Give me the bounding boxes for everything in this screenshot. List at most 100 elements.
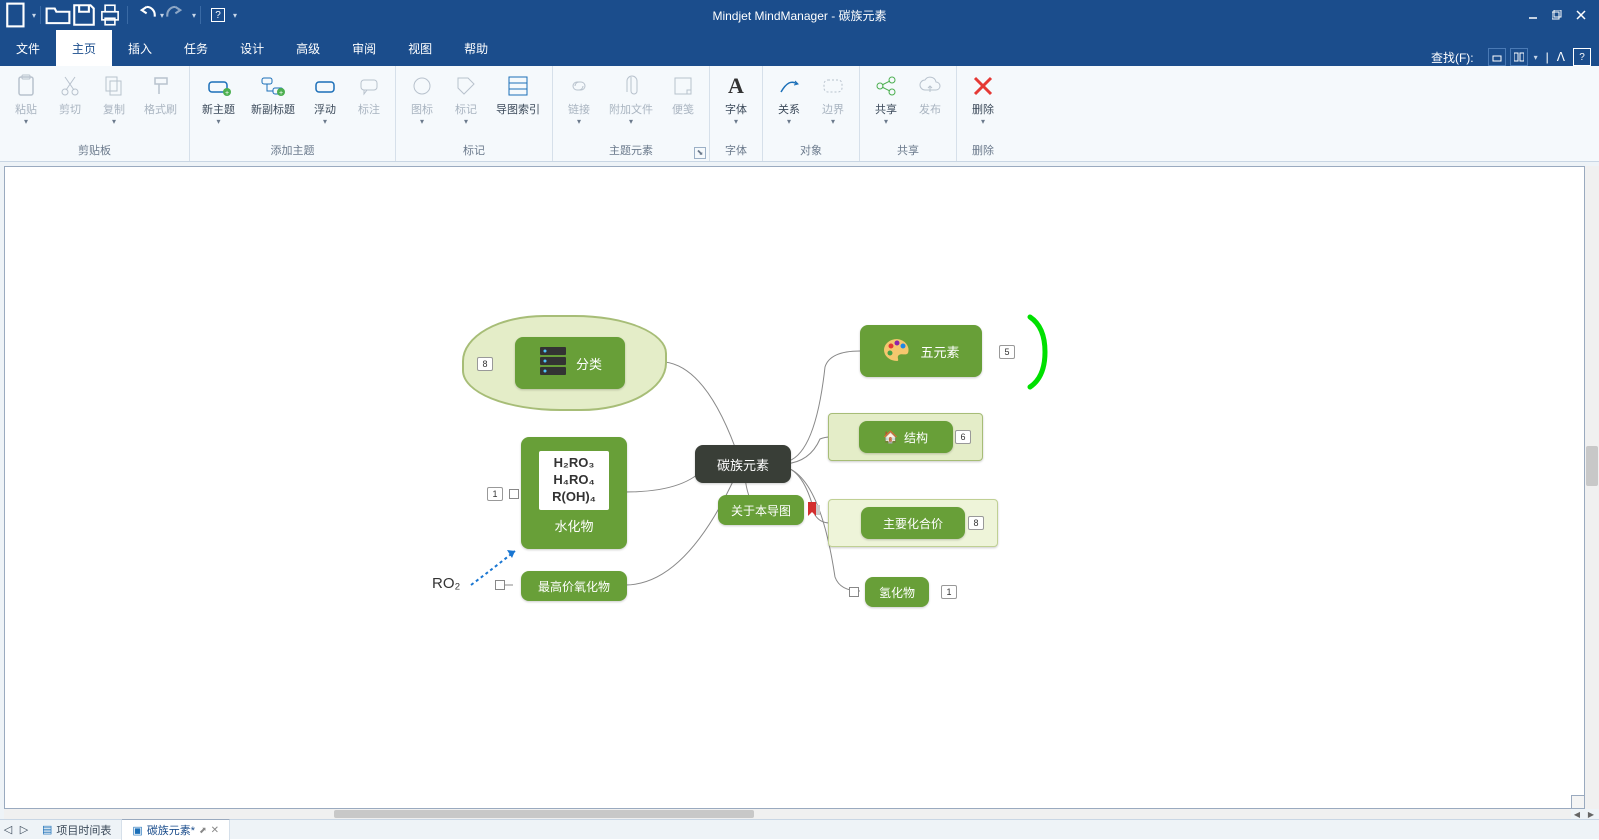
new-subtopic-button[interactable]: +新副标题	[243, 68, 303, 117]
tab-view[interactable]: 视图	[392, 30, 448, 66]
node-label: 关于本导图	[731, 502, 791, 519]
horizontal-scrollbar[interactable]	[4, 809, 1571, 819]
group-label: 主题元素⬊	[553, 140, 709, 161]
tab-design[interactable]: 设计	[224, 30, 280, 66]
font-button[interactable]: A字体▾	[714, 68, 758, 126]
publish-button[interactable]: 发布	[908, 68, 952, 117]
document-tabs: ◁ ▷ ▤ 项目时间表 ▣ 碳族元素* ⬈ ✕	[0, 819, 1599, 839]
node-label: 最高价氧化物	[538, 578, 610, 595]
chevron-down-icon: ▾	[233, 11, 237, 20]
split-box[interactable]	[1571, 795, 1585, 809]
relation-button[interactable]: 关系▾	[767, 68, 811, 126]
ribbon-minimize-button[interactable]	[1488, 48, 1506, 66]
category-topic[interactable]: 分类	[515, 337, 625, 389]
group-label: 添加主题	[190, 140, 395, 161]
collapse-badge[interactable]: 8	[968, 516, 984, 530]
collapse-badge[interactable]: 1	[941, 585, 957, 599]
share-button[interactable]: 共享▾	[864, 68, 908, 126]
group-object: 关系▾ 边界▾ 对象	[763, 66, 860, 161]
tab-document[interactable]: ▣ 碳族元素* ⬈ ✕	[122, 819, 230, 840]
collapse-badge[interactable]: 5	[999, 345, 1015, 359]
ro2-label: RO₂	[432, 575, 460, 592]
tab-advanced[interactable]: 高级	[280, 30, 336, 66]
vertical-scrollbar[interactable]	[1585, 166, 1599, 809]
ribbon-collapse-icon[interactable]: ᐱ	[1557, 50, 1565, 64]
delete-button[interactable]: 删除▾	[961, 68, 1005, 126]
collapse-badge[interactable]: 1	[487, 487, 503, 501]
hydrate-topic[interactable]: H₂RO₃ H₄RO₄ R(OH)₄ 水化物	[521, 437, 627, 549]
collapse-badge[interactable]: 6	[955, 430, 971, 444]
collapse-badge[interactable]: 8	[477, 357, 493, 371]
cut-button[interactable]: 剪切	[48, 68, 92, 117]
link-button[interactable]: 链接▾	[557, 68, 601, 126]
five-elements-topic[interactable]: 五元素	[860, 325, 982, 377]
qat-save-button[interactable]	[71, 2, 97, 28]
minimize-button[interactable]	[1521, 5, 1545, 25]
node-label: 五元素	[920, 342, 959, 361]
gantt-icon: ▤	[42, 823, 52, 836]
tab-task[interactable]: 任务	[168, 30, 224, 66]
expand-handle[interactable]	[509, 489, 519, 499]
copy-button[interactable]: 复制▾	[92, 68, 136, 126]
scroll-left-button[interactable]: ◀	[1571, 809, 1583, 819]
dialog-launcher-icon[interactable]: ⬊	[694, 147, 706, 159]
tag-button[interactable]: 标记▾	[444, 68, 488, 126]
ribbon-layout-button[interactable]	[1510, 48, 1528, 66]
node-label: 氢化物	[879, 584, 915, 601]
new-topic-button[interactable]: +新主题▾	[194, 68, 243, 126]
structure-topic[interactable]: 🏠 结构	[859, 421, 953, 453]
mindmap-canvas[interactable]: 碳族元素 关于本导图 8 分类 1 H₂RO₃ H₄RO₄ R(OH)₄ 水化物	[4, 166, 1585, 809]
scroll-thumb[interactable]	[334, 810, 754, 818]
tab-timeline[interactable]: ▤ 项目时间表	[32, 820, 122, 840]
qat-undo-button[interactable]	[132, 2, 158, 28]
tab-help[interactable]: 帮助	[448, 30, 504, 66]
tab-review[interactable]: 审阅	[336, 30, 392, 66]
about-topic[interactable]: 关于本导图	[718, 495, 804, 525]
node-label: 碳族元素	[717, 455, 769, 474]
map-index-button[interactable]: 导图索引	[488, 68, 548, 117]
tabs-prev-button[interactable]: ◁	[0, 823, 16, 836]
server-icon	[538, 345, 568, 381]
group-marker: 图标▾ 标记▾ 导图索引 标记	[396, 66, 553, 161]
tab-insert[interactable]: 插入	[112, 30, 168, 66]
central-topic[interactable]: 碳族元素	[695, 445, 791, 483]
svg-text:+: +	[224, 90, 228, 97]
close-tab-button[interactable]: ✕	[211, 825, 219, 836]
highest-oxide-topic[interactable]: 最高价氧化物	[521, 571, 627, 601]
paste-button[interactable]: 粘贴▾	[4, 68, 48, 126]
restore-button[interactable]	[1545, 5, 1569, 25]
tabs-next-button[interactable]: ▷	[16, 823, 32, 836]
icon-button[interactable]: 图标▾	[400, 68, 444, 126]
group-label: 删除	[957, 140, 1009, 161]
ribbon: 粘贴▾ 剪切 复制▾ 格式刷 剪贴板 +新主题▾ +新副标题 浮动▾ 标注 添加…	[0, 66, 1599, 162]
tab-file[interactable]: 文件	[0, 30, 56, 66]
bookmark-icon	[807, 502, 821, 518]
callout-button[interactable]: 标注	[347, 68, 391, 117]
quick-access-toolbar: ▾ ▾ ▾ ? ▾	[0, 2, 237, 28]
note-button[interactable]: 便笺	[661, 68, 705, 117]
ribbon-help-button[interactable]: ?	[1573, 48, 1591, 66]
group-topic-elements: 链接▾ 附加文件▾ 便笺 主题元素⬊	[553, 66, 710, 161]
expand-handle[interactable]	[849, 587, 859, 597]
floating-topic-button[interactable]: 浮动▾	[303, 68, 347, 126]
popout-icon[interactable]: ⬈	[199, 825, 207, 836]
expand-handle[interactable]	[495, 580, 505, 590]
scroll-thumb[interactable]	[1586, 446, 1598, 486]
format-painter-button[interactable]: 格式刷	[136, 68, 185, 117]
group-clipboard: 粘贴▾ 剪切 复制▾ 格式刷 剪贴板	[0, 66, 190, 161]
qat-open-button[interactable]	[45, 2, 71, 28]
group-label: 共享	[860, 140, 956, 161]
qat-help-button[interactable]: ?	[205, 2, 231, 28]
node-label: 结构	[904, 429, 928, 446]
group-label: 标记	[396, 140, 552, 161]
qat-new-button[interactable]	[4, 2, 30, 28]
qat-print-button[interactable]	[97, 2, 123, 28]
tab-home[interactable]: 主页	[56, 30, 112, 66]
qat-redo-button[interactable]	[164, 2, 190, 28]
close-button[interactable]	[1569, 5, 1593, 25]
attach-button[interactable]: 附加文件▾	[601, 68, 661, 126]
scroll-right-button[interactable]: ▶	[1585, 809, 1597, 819]
valence-topic[interactable]: 主要化合价	[861, 507, 965, 539]
hydride-topic[interactable]: 氢化物	[865, 577, 929, 607]
boundary-button[interactable]: 边界▾	[811, 68, 855, 126]
